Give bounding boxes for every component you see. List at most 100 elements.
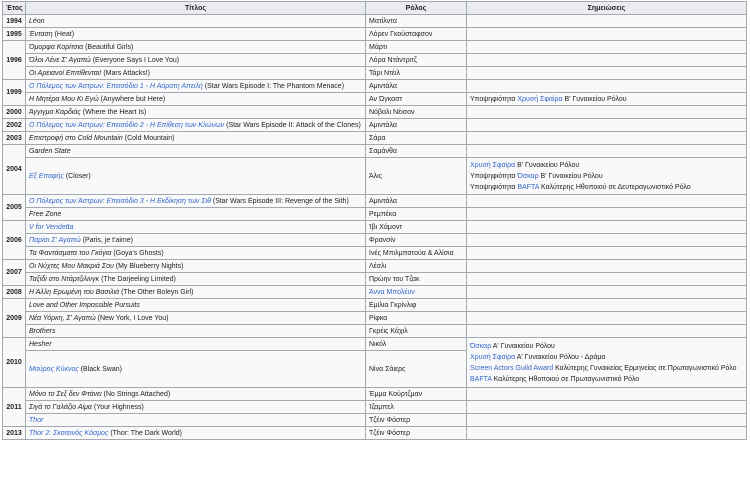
film-title-greek[interactable]: Thor (29, 417, 43, 424)
film-title-greek[interactable]: V for Vendetta (29, 224, 74, 231)
film-title-greek[interactable]: Ο Πόλεμος των Άστρων: Επεισόδιο 2 - Η Επ… (29, 122, 224, 129)
notes-cell (466, 27, 747, 41)
role-cell: Ρίφκα (365, 311, 467, 325)
film-title-greek: Οι Αρειανοί Επιτίθενται! (29, 69, 102, 77)
note-prefix: Υποψηφιότητα (470, 172, 518, 180)
title-cell: Free Zone (25, 207, 366, 221)
film-title-greek[interactable]: Ο Πόλεμος των Άστρων: Επεισόδιο 1 - Η Αό… (29, 83, 203, 90)
role-cell: Σαμάνθα (365, 144, 467, 158)
notes-header[interactable]: Σημειώσεις (466, 1, 747, 15)
film-title-greek[interactable]: Εξ Επαφής (29, 173, 64, 180)
role-cell: Έμμα Κούρτζμαν (365, 387, 467, 401)
award-link[interactable]: BAFTA (517, 184, 539, 191)
notes-cell (466, 387, 747, 401)
title-cell: Εξ Επαφής (Closer) (25, 157, 366, 195)
year-cell: 2007 (2, 259, 26, 286)
note-suffix: Β' Γυναικείου Ρόλου (562, 95, 627, 103)
award-link[interactable]: Χρυσή Σφαίρα (470, 162, 515, 169)
notes-cell (466, 66, 747, 80)
film-title-greek[interactable]: Μαύρος Κύκνος (29, 366, 79, 373)
film-title-original: (New York, I Love You) (97, 314, 169, 322)
title-cell: Νέα Υόρκη, Σ' Αγαπώ (New York, I Love Yo… (25, 311, 366, 325)
film-title-greek[interactable]: Παρίσι Σ' Αγαπώ (29, 237, 81, 244)
film-title-greek: Hesher (29, 340, 52, 348)
role-cell: Νικόλ (365, 337, 467, 351)
title-cell: Ο Πόλεμος των Άστρων: Επεισόδιο 1 - Η Αό… (25, 79, 366, 93)
notes-cell: Υποψηφιότητα Χρυσή Σφαίρα Β' Γυναικείου … (466, 92, 747, 106)
award-link[interactable]: Χρυσή Σφαίρα (470, 354, 515, 361)
role-cell: Νόβαλι Νέισον (365, 105, 467, 119)
table-row: Νέα Υόρκη, Σ' Αγαπώ (New York, I Love Yo… (3, 311, 747, 325)
table-row: 2013 Thor 2: Σκοτεινός Κόσμος (Thor: The … (2, 426, 747, 440)
notes-cell: Χρυσή Σφαίρα Β' Γυναικείου Ρόλου Υποψηφιό… (466, 157, 747, 195)
film-title-greek: Η Άλλη Ερωμένη του Βασιλιά (29, 288, 120, 296)
notes-cell (466, 272, 747, 286)
film-title-original: (The Other Boleyn Girl) (121, 288, 194, 296)
note-suffix: Καλύτερης Ηθοποιού σε Δευτεραγωνιστικό Ρ… (539, 183, 691, 191)
notes-cell (466, 285, 747, 299)
notes-cell (466, 246, 747, 260)
film-title-original: (The Darjeeling Limited) (101, 275, 176, 283)
table-row: 1995 Ένταση (Heat) Λόρεν Γκούσταφσον (2, 27, 747, 41)
role-cell: Αμιντάλα (365, 194, 467, 208)
film-title-original: (Paris, je t'aime) (82, 236, 133, 244)
film-title-greek[interactable]: Ο Πόλεμος των Άστρων: Επεισόδιο 3 - Η Εκ… (29, 198, 211, 205)
table-row: Όλοι Λένε Σ' Αγαπώ (Everyone Says I Love… (3, 53, 747, 67)
table-row: 2008 Η Άλλη Ερωμένη του Βασιλιά (The Othe… (2, 285, 747, 299)
notes-cell (466, 14, 747, 28)
film-title-greek: Brothers (29, 327, 56, 335)
film-title-greek: Η Μητέρα Μου Κι Εγώ (29, 95, 99, 103)
role-cell: Μάρτι (365, 40, 467, 54)
film-title-greek: Love and Other Impossible Pursuits (29, 301, 140, 309)
title-cell: Brothers (25, 324, 366, 338)
film-title-original: (Heat) (54, 30, 75, 38)
table-row: 2004 Garden State Σαμάνθα (2, 144, 747, 195)
film-title-original: (Beautiful Girls) (85, 43, 134, 51)
award-link[interactable]: BAFTA (470, 376, 492, 383)
award-link[interactable]: Όσκαρ (517, 173, 538, 180)
title-cell: Μόνο το Σεξ δεν Φτάνει (No Strings Attac… (25, 387, 366, 401)
title-cell: Ο Πόλεμος των Άστρων: Επεισόδιο 3 - Η Εκ… (25, 194, 366, 208)
role-cell: Ματίλντα (365, 14, 467, 28)
title-cell: Garden State (25, 144, 366, 158)
film-title-original: (Goya's Ghosts) (113, 249, 164, 257)
notes-cell (466, 40, 747, 54)
note-suffix: Α' Γυναικείου Ρόλου (491, 342, 555, 350)
title-header[interactable]: Τίτλος (25, 1, 366, 15)
title-cell: Σιγά το Γαλάζιο Αίμα (Your Highness) (25, 400, 366, 414)
role-header[interactable]: Ρόλος (365, 1, 467, 15)
film-title-greek: Ταξίδι στο Ντάρτζιλινγκ (29, 275, 100, 283)
award-link[interactable]: Screen Actors Guild Award (470, 365, 553, 372)
table-row: 2003 Επιστροφή στο Cold Mountain (Cold Mo… (2, 131, 747, 145)
year-cell: 2006 (2, 220, 26, 260)
year-cell: 2002 (2, 118, 26, 132)
table-row: Παρίσι Σ' Αγαπώ (Paris, je t'aime) Φρανσί… (3, 233, 747, 247)
notes-cell (466, 53, 747, 67)
film-title-original: (Your Highness) (93, 403, 144, 411)
title-cell: Η Μητέρα Μου Κι Εγώ (Anywhere but Here) (25, 92, 366, 106)
title-cell: Η Άλλη Ερωμένη του Βασιλιά (The Other Bo… (25, 285, 366, 299)
table-row: 1996 Όμορφα Κορίτσια (Beautiful Girls) Μάρ… (2, 40, 747, 80)
filmography-body: 1994 Léon Ματίλντα 1995 Ένταση (Heat) Λόρεν Γ… (2, 14, 747, 440)
award-link[interactable]: Όσκαρ (470, 343, 491, 350)
role-cell: Άλις (365, 157, 467, 195)
year-cell: 2009 (2, 298, 26, 338)
film-title-greek[interactable]: Thor 2: Σκοτεινός Κόσμος (29, 430, 108, 437)
table-row: 1999 Ο Πόλεμος των Άστρων: Επεισόδιο 1 - … (2, 79, 747, 106)
role-cell[interactable]: Άννα Μπολέυν (365, 285, 467, 299)
title-cell: Thor (25, 413, 366, 427)
award-link[interactable]: Χρυσή Σφαίρα (517, 96, 562, 103)
notes-cell (466, 144, 747, 158)
year-header[interactable]: Έτος (2, 1, 26, 15)
role-cell: Λόρα Ντάντριτζ (365, 53, 467, 67)
role-cell: Αμιντάλα (365, 118, 467, 132)
note-line: Όσκαρ Α' Γυναικείου Ρόλου (470, 341, 743, 352)
film-title-greek: Σιγά το Γαλάζιο Αίμα (29, 403, 92, 411)
title-cell: Love and Other Impossible Pursuits (25, 298, 366, 312)
film-title-greek: Όλοι Λένε Σ' Αγαπώ (29, 56, 91, 64)
notes-cell (466, 311, 747, 325)
notes-cell (466, 233, 747, 247)
title-cell: Παρίσι Σ' Αγαπώ (Paris, je t'aime) (25, 233, 366, 247)
table-row: 2005 Ο Πόλεμος των Άστρων: Επεισόδιο 3 - … (2, 194, 747, 221)
role-cell: Τζέιν Φόστερ (365, 413, 467, 427)
